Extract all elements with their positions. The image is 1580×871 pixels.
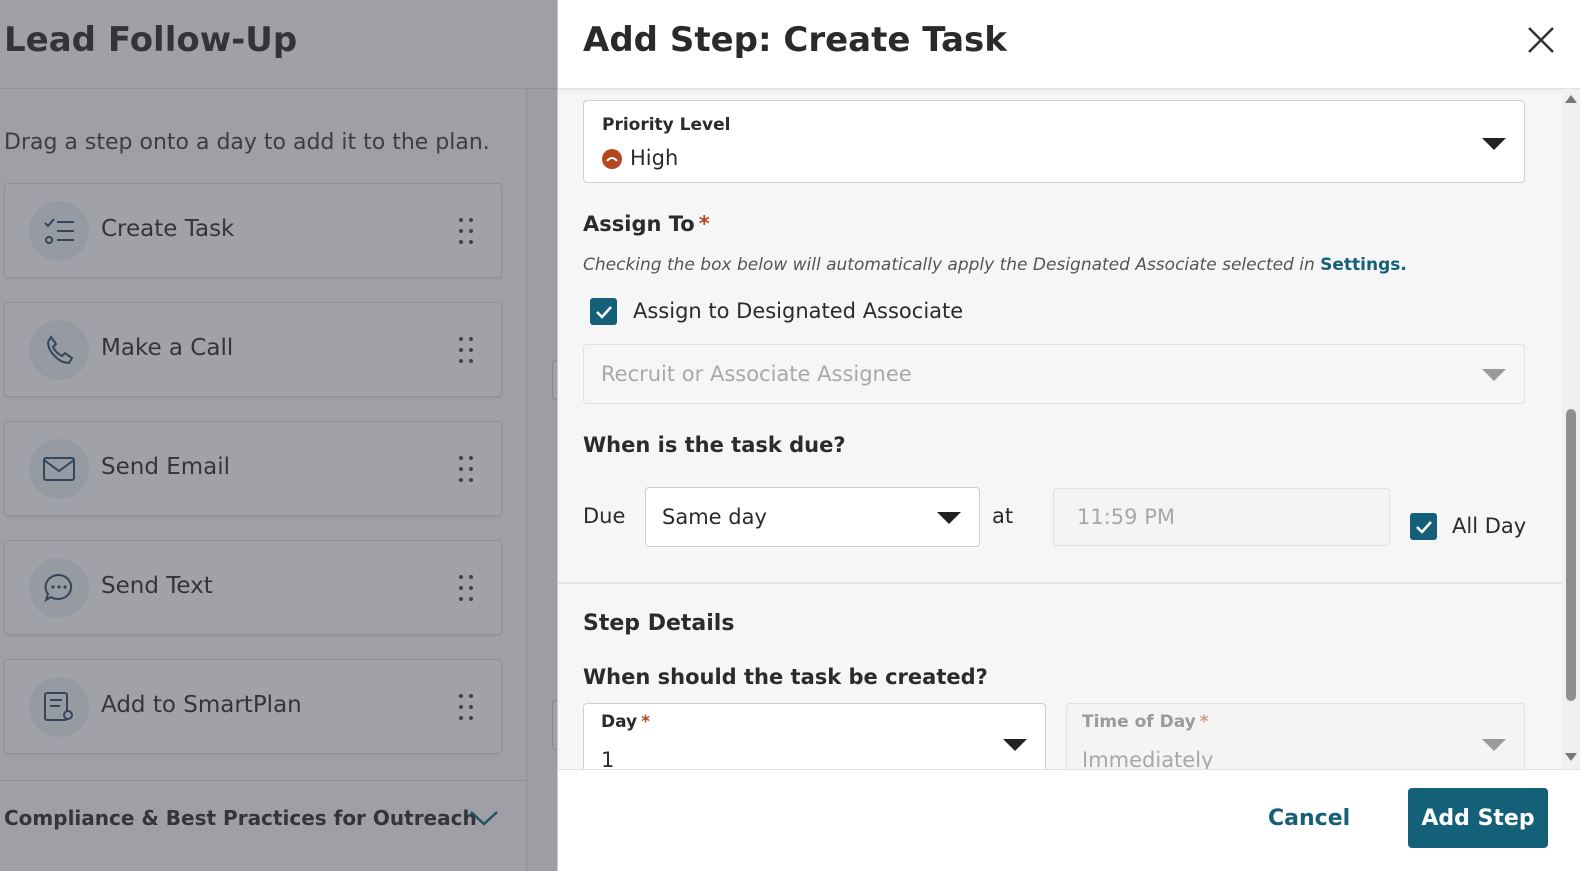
cancel-button[interactable]: Cancel bbox=[1268, 800, 1350, 836]
at-label: at bbox=[992, 504, 1014, 528]
scroll-up-arrow-icon[interactable] bbox=[1565, 95, 1577, 103]
assign-heading: Assign To * bbox=[583, 212, 710, 236]
assignee-placeholder: Recruit or Associate Assignee bbox=[601, 362, 912, 386]
drawer-header: Add Step: Create Task bbox=[558, 0, 1580, 89]
required-mark: * bbox=[698, 212, 710, 236]
day-value: 1 bbox=[601, 748, 615, 769]
required-mark: * bbox=[641, 712, 651, 732]
settings-link[interactable]: Settings. bbox=[1320, 255, 1407, 275]
day-select[interactable]: Day * 1 bbox=[583, 703, 1046, 769]
check-icon bbox=[595, 305, 612, 319]
section-divider bbox=[558, 582, 1568, 584]
caret-down-icon bbox=[1482, 739, 1506, 751]
all-day-checkbox[interactable] bbox=[1410, 513, 1437, 540]
assign-designated-checkbox[interactable] bbox=[590, 298, 617, 325]
step-details-heading: Step Details bbox=[583, 611, 735, 636]
due-time-input[interactable]: 11:59 PM bbox=[1053, 488, 1390, 546]
assign-help-text: Checking the box below will automaticall… bbox=[583, 255, 1407, 275]
caret-down-icon bbox=[1482, 369, 1506, 381]
priority-select[interactable]: Priority Level High bbox=[583, 100, 1525, 183]
due-label: Due bbox=[583, 504, 626, 528]
time-of-day-label: Time of Day * bbox=[1082, 712, 1209, 732]
add-step-drawer: Add Step: Create Task Priority Level Hig… bbox=[557, 0, 1580, 871]
assign-designated-label: Assign to Designated Associate bbox=[633, 299, 964, 323]
add-step-button[interactable]: Add Step bbox=[1408, 788, 1548, 848]
due-value: Same day bbox=[662, 505, 767, 529]
priority-label: Priority Level bbox=[602, 115, 731, 135]
all-day-label: All Day bbox=[1452, 514, 1527, 538]
day-label: Day * bbox=[601, 712, 651, 732]
caret-down-icon bbox=[937, 512, 961, 524]
due-select[interactable]: Same day bbox=[645, 487, 980, 547]
priority-value: High bbox=[630, 146, 679, 170]
drawer-footer: Cancel Add Step bbox=[558, 769, 1580, 871]
created-heading: When should the task be created? bbox=[583, 665, 988, 689]
close-icon[interactable] bbox=[1523, 22, 1559, 58]
scroll-thumb[interactable] bbox=[1566, 409, 1576, 701]
drawer-scrollbar[interactable] bbox=[1562, 89, 1580, 769]
due-time-value: 11:59 PM bbox=[1077, 505, 1175, 529]
drawer-body: Priority Level High Assign To * Checking … bbox=[558, 89, 1568, 769]
caret-down-icon bbox=[1482, 138, 1506, 150]
required-mark: * bbox=[1199, 712, 1209, 732]
assignee-select[interactable]: Recruit or Associate Assignee bbox=[583, 344, 1525, 404]
time-of-day-select[interactable]: Time of Day * Immediately bbox=[1066, 703, 1525, 769]
scroll-down-arrow-icon[interactable] bbox=[1565, 753, 1577, 761]
priority-high-icon bbox=[602, 149, 622, 169]
time-of-day-value: Immediately bbox=[1082, 748, 1214, 769]
drawer-title: Add Step: Create Task bbox=[583, 20, 1007, 60]
check-icon bbox=[1415, 520, 1432, 534]
caret-down-icon bbox=[1003, 739, 1027, 751]
due-heading: When is the task due? bbox=[583, 433, 846, 457]
